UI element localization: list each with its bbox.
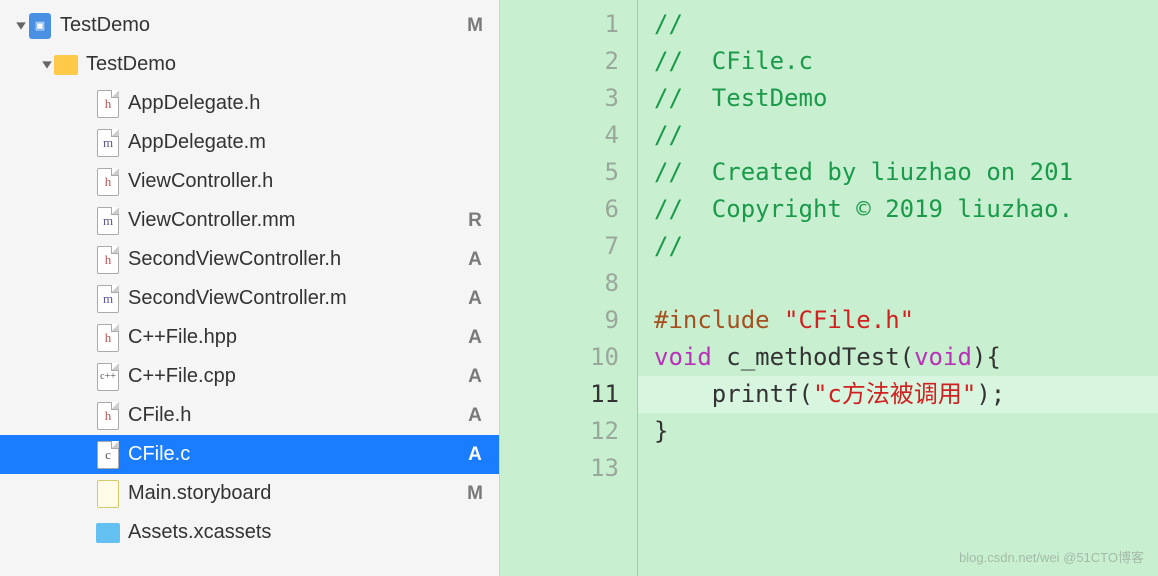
code-line[interactable]: //	[654, 6, 1158, 43]
file-item[interactable]: c++ C++File.cppA	[0, 357, 499, 396]
file-name-label: CFile.h	[128, 404, 465, 427]
file-item[interactable]: Main.storyboardM	[0, 474, 499, 513]
file-item[interactable]: h C++File.hppA	[0, 318, 499, 357]
scm-status-badge: A	[465, 405, 485, 427]
scm-status-badge: M	[465, 483, 485, 505]
file-item[interactable]: h ViewController.h	[0, 162, 499, 201]
code-line[interactable]: #include "CFile.h"	[654, 302, 1158, 339]
line-number: 10	[500, 339, 619, 376]
code-line[interactable]: // Copyright © 2019 liuzhao.	[654, 191, 1158, 228]
file-name-label: C++File.cpp	[128, 365, 465, 388]
code-line[interactable]: // Created by liuzhao on 201	[654, 154, 1158, 191]
code-line[interactable]	[654, 450, 1158, 487]
scm-status-badge: A	[465, 249, 485, 271]
watermark-text: blog.csdn.net/wei @51CTO博客	[959, 547, 1144, 566]
c++-file-icon: c++	[96, 363, 120, 391]
code-line[interactable]	[654, 265, 1158, 302]
file-item[interactable]: h CFile.hA	[0, 396, 499, 435]
line-number: 3	[500, 80, 619, 117]
file-item[interactable]: m AppDelegate.m	[0, 123, 499, 162]
m-file-icon: m	[96, 129, 120, 157]
scm-status-badge: A	[465, 327, 485, 349]
file-name-label: Main.storyboard	[128, 482, 465, 505]
line-number: 13	[500, 450, 619, 487]
line-number: 12	[500, 413, 619, 450]
code-editor[interactable]: 12345678910111213 //// CFile.c// TestDem…	[500, 0, 1158, 576]
storyboard-file-icon	[96, 480, 120, 508]
h-file-icon: h	[96, 246, 120, 274]
file-name-label: SecondViewController.h	[128, 248, 465, 271]
scm-status-badge: A	[465, 444, 485, 466]
h-file-icon: h	[96, 90, 120, 118]
line-number: 2	[500, 43, 619, 80]
file-name-label: SecondViewController.m	[128, 287, 465, 310]
line-number: 7	[500, 228, 619, 265]
code-line[interactable]: // TestDemo	[654, 80, 1158, 117]
m-file-icon: m	[96, 285, 120, 313]
folder-icon	[54, 51, 78, 79]
line-number-gutter: 12345678910111213	[500, 0, 638, 576]
file-name-label: ViewController.h	[128, 170, 465, 193]
line-number: 6	[500, 191, 619, 228]
scm-status-badge: R	[465, 210, 485, 232]
line-number: 1	[500, 6, 619, 43]
file-item[interactable]: h AppDelegate.h	[0, 84, 499, 123]
h-file-icon: h	[96, 402, 120, 430]
code-line[interactable]: void c_methodTest(void){	[654, 339, 1158, 376]
line-number: 5	[500, 154, 619, 191]
line-number: 9	[500, 302, 619, 339]
file-item[interactable]: m ViewController.mmR	[0, 201, 499, 240]
code-area[interactable]: //// CFile.c// TestDemo//// Created by l…	[638, 0, 1158, 576]
project-root-item[interactable]: ▣ TestDemo M	[0, 6, 499, 45]
file-name-label: AppDelegate.h	[128, 92, 465, 115]
project-navigator[interactable]: ▣ TestDemo M TestDemo h AppDelegate.h m App…	[0, 0, 500, 576]
file-name-label: CFile.c	[128, 443, 465, 466]
line-number: 11	[500, 376, 619, 413]
file-item[interactable]: c CFile.cA	[0, 435, 499, 474]
file-name-label: C++File.hpp	[128, 326, 465, 349]
file-name-label: Assets.xcassets	[128, 521, 465, 544]
folder-item[interactable]: TestDemo	[0, 45, 499, 84]
xcode-project-icon: ▣	[28, 12, 52, 40]
m-file-icon: m	[96, 207, 120, 235]
c-file-icon: c	[96, 441, 120, 469]
h-file-icon: h	[96, 168, 120, 196]
file-name-label: AppDelegate.m	[128, 131, 465, 154]
code-line[interactable]: // CFile.c	[654, 43, 1158, 80]
file-item[interactable]: Assets.xcassets	[0, 513, 499, 552]
file-item[interactable]: m SecondViewController.mA	[0, 279, 499, 318]
h-file-icon: h	[96, 324, 120, 352]
file-item[interactable]: h SecondViewController.hA	[0, 240, 499, 279]
code-line[interactable]: //	[654, 117, 1158, 154]
scm-status-badge: A	[465, 366, 485, 388]
code-line[interactable]: //	[654, 228, 1158, 265]
code-line[interactable]: printf("c方法被调用");	[638, 376, 1158, 413]
file-name-label: ViewController.mm	[128, 209, 465, 232]
code-line[interactable]: }	[654, 413, 1158, 450]
line-number: 4	[500, 117, 619, 154]
project-name-label: TestDemo	[60, 14, 465, 37]
line-number: 8	[500, 265, 619, 302]
scm-status-badge: M	[465, 15, 485, 37]
folder-name-label: TestDemo	[86, 53, 465, 76]
disclosure-triangle-icon[interactable]	[14, 19, 28, 33]
assets-folder-icon	[96, 519, 120, 547]
scm-status-badge: A	[465, 288, 485, 310]
disclosure-triangle-icon[interactable]	[40, 58, 54, 72]
